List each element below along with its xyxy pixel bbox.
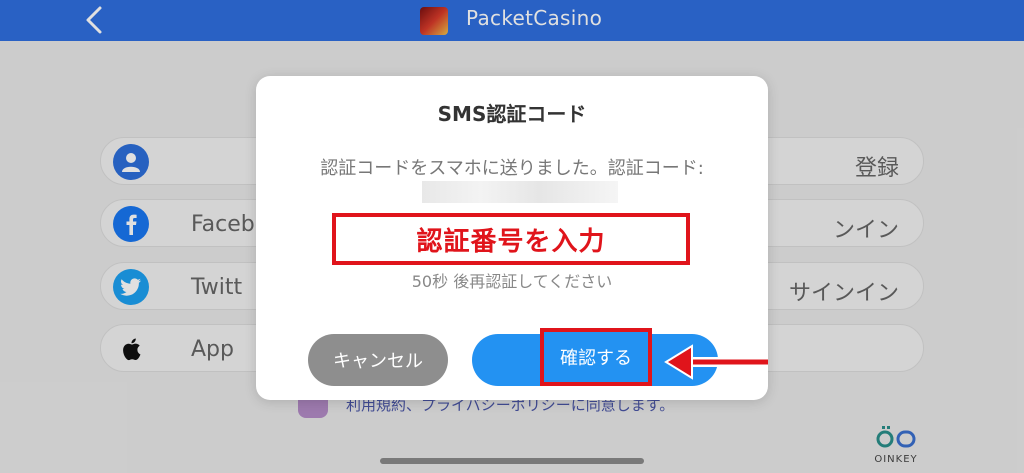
cancel-button[interactable]: キャンセル	[308, 334, 448, 386]
auth-code-input-label: 認証番号を入力	[416, 226, 606, 257]
masked-phone-code	[422, 181, 618, 203]
confirm-button[interactable]: 確認する	[540, 328, 652, 386]
resend-countdown: 50秒 後再認証してください	[411, 272, 613, 291]
pointer-arrow-icon	[664, 344, 768, 380]
dialog-message: 認証コードをスマホに送りました。認証コード:	[320, 158, 704, 179]
confirm-button-label: 確認する	[560, 348, 632, 369]
auth-code-input[interactable]: 認証番号を入力	[332, 213, 690, 265]
dialog-title: SMS認証コード	[437, 102, 587, 126]
